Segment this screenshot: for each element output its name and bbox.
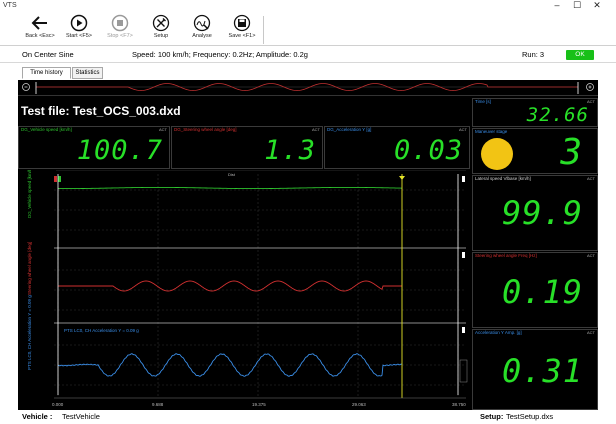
overview-strip[interactable] [18, 80, 598, 96]
time-value: 32.66 [526, 104, 589, 126]
setup-value: TestSetup.dxs [506, 412, 554, 421]
play-icon [70, 14, 88, 32]
stop-button[interactable]: Stop <F7> [104, 12, 136, 46]
lateral-speed-label: Lateral speed Vlbase [km/h] [475, 176, 531, 181]
time-panel: Time [s] ACT 32.66 [472, 98, 598, 127]
x-tick-label: 0.000 [52, 402, 64, 407]
toolbar-separator [263, 16, 264, 44]
lateral-speed-value: 99.9 [501, 194, 583, 232]
arrow-left-icon [31, 16, 47, 30]
bottom-status-bar: Vehicle : TestVehicle Setup: TestSetup.d… [0, 410, 616, 424]
analyse-label: Analyse [192, 33, 212, 39]
act-label: ACT [459, 127, 467, 132]
overview-chart [22, 82, 594, 94]
maneuver-value: 3 [560, 132, 583, 173]
act-label: ACT [587, 330, 595, 335]
steering-angle-label: DG_Steering wheel angle [deg] [174, 127, 237, 132]
stage-indicator-light [481, 138, 513, 170]
stop-icon [111, 14, 129, 32]
svg-text:Dist: Dist [228, 172, 236, 177]
setup-button[interactable]: Setup [147, 12, 175, 46]
steering-freq-panel: Steering wheel angle Freq [Hz] ACT 0.19 [472, 252, 598, 328]
analyse-icon [193, 14, 211, 32]
steering-freq-value: 0.19 [501, 273, 583, 311]
info-bar: On Center Sine Speed: 100 km/h; Frequenc… [0, 47, 616, 63]
stop-label: Stop <F7> [107, 33, 133, 39]
x-tick-label: 9.688 [152, 402, 164, 407]
back-label: Back <Esc> [25, 33, 55, 39]
analyse-button[interactable]: Analyse [187, 12, 217, 46]
save-icon [233, 14, 251, 32]
maximize-icon[interactable]: ☐ [570, 0, 584, 12]
acceleration-axis-label: PTS LC0, CH Acceleration Y = 0.09 g [27, 295, 32, 370]
act-label: ACT [312, 127, 320, 132]
start-button[interactable]: Start <F5> [62, 12, 96, 46]
vehicle-speed-value: 100.7 [76, 135, 163, 166]
acceleration-label: DG_Acceleration Y [g] [327, 127, 372, 132]
act-label: ACT [159, 127, 167, 132]
accel-amp-value: 0.31 [501, 352, 583, 390]
test-params: Speed: 100 km/h; Frequency: 0.2Hz; Ampli… [132, 50, 308, 59]
accel-amp-panel: Acceleration Y Amp. [g] ACT 0.31 [472, 329, 598, 410]
x-tick-label: 29.063 [352, 402, 366, 407]
speed-axis-label: DG_Vehicle speed [km/h] [27, 170, 32, 218]
main-display: Test file: Test_OCS_003.dxd DG_Vehicle s… [18, 80, 598, 410]
minimize-icon[interactable]: – [550, 0, 564, 12]
maneuver-panel: Maneuver stage 3 [472, 128, 598, 174]
setup-label: Setup [153, 33, 169, 39]
run-number: Run: 3 [522, 50, 545, 59]
acceleration-value: 0.03 [393, 135, 463, 166]
back-button[interactable]: Back <Esc> [24, 12, 56, 46]
tab-time-history[interactable]: Time history [22, 67, 71, 79]
time-label: Time [s] [475, 99, 491, 104]
test-name: On Center Sine [22, 50, 74, 59]
act-label: ACT [587, 253, 595, 258]
close-icon[interactable]: ✕ [590, 0, 604, 12]
steering-angle-value: 1.3 [264, 135, 316, 166]
vehicle-label: Vehicle : [22, 412, 53, 421]
steering-angle-panel: DG_Steering wheel angle [deg] ACT 1.3 [171, 126, 323, 169]
x-tick-label: 19.375 [252, 402, 266, 407]
lateral-speed-panel: Lateral speed Vlbase [km/h] ACT 99.9 [472, 175, 598, 251]
x-tick-label: 38.750 [452, 402, 466, 407]
steering-axis-label: Steering wheel angle [deg] [27, 242, 32, 295]
save-button[interactable]: Save <F1> [226, 12, 258, 46]
tab-statistics[interactable]: Statistics [72, 67, 103, 79]
acceleration-panel: DG_Acceleration Y [g] ACT 0.03 [324, 126, 470, 169]
status-badge: OK [566, 50, 594, 60]
save-label: Save <F1> [228, 33, 256, 39]
window-title: VTS [3, 2, 17, 9]
acceleration-channel-title: PTS LC0, CH Acceleration Y = 0.09 g [64, 328, 139, 333]
time-history-chart[interactable]: Dist DG_Vehicle speed [km/h] Steering wh… [18, 170, 470, 410]
toolbar: Back <Esc> Start <F5> Stop <F7> Setup An… [0, 12, 616, 46]
steering-freq-label: Steering wheel angle Freq [Hz] [475, 253, 537, 258]
start-label: Start <F5> [66, 33, 92, 39]
test-file-name: Test file: Test_OCS_003.dxd [21, 104, 181, 118]
maneuver-label: Maneuver stage [475, 129, 508, 134]
vehicle-speed-label: DG_Vehicle speed [km/h] [21, 127, 72, 132]
setup-label: Setup: [480, 412, 504, 421]
vehicle-value: TestVehicle [62, 412, 100, 421]
vehicle-speed-panel: DG_Vehicle speed [km/h] ACT 100.7 [18, 126, 170, 169]
tools-icon [152, 14, 170, 32]
act-label: ACT [587, 176, 595, 181]
accel-amp-label: Acceleration Y Amp. [g] [475, 330, 522, 335]
